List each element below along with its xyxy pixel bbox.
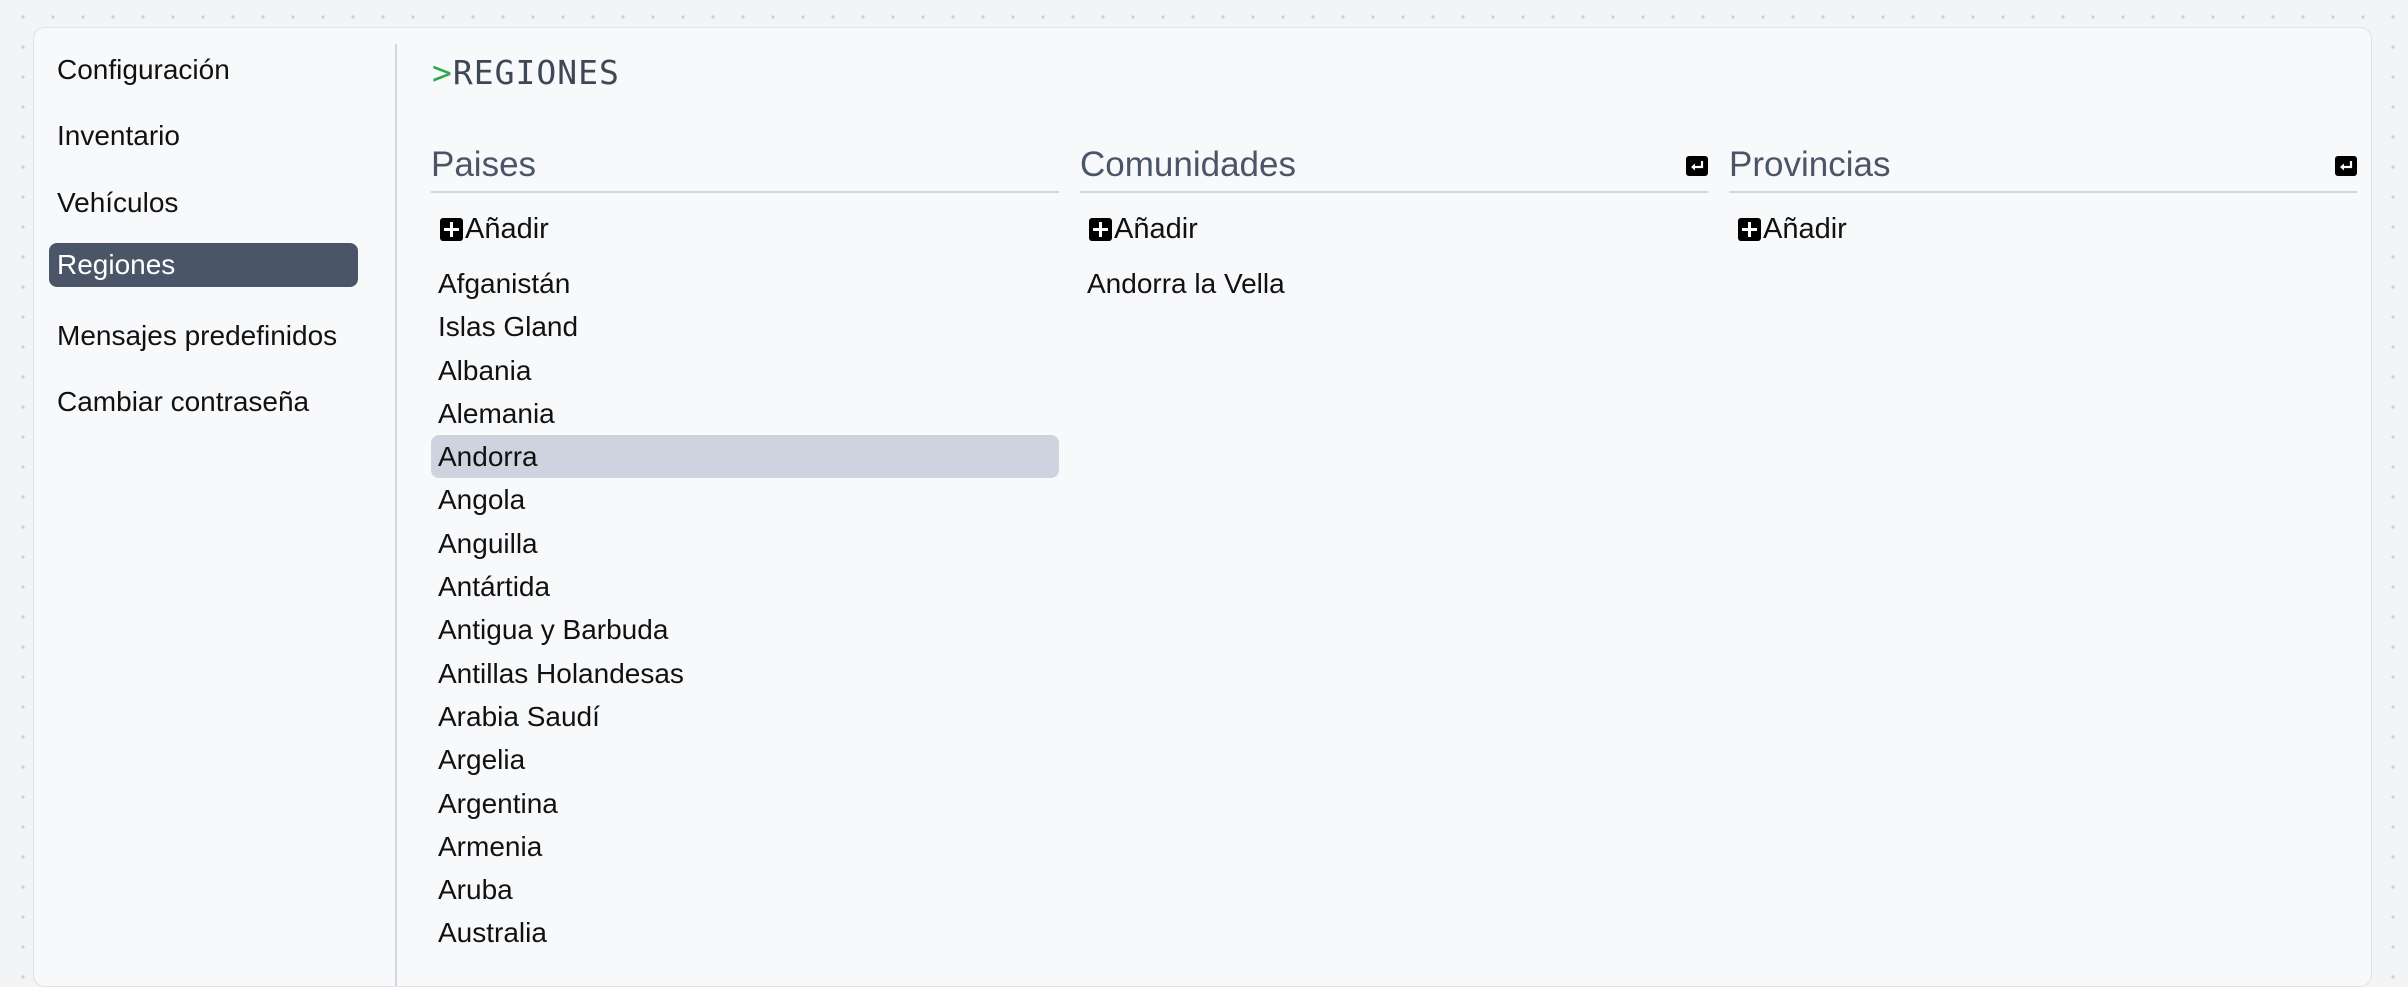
add-pais-label: Añadir [465, 213, 549, 245]
provincias-column: Provincias Añadir [1729, 140, 2357, 245]
return-arrow-icon[interactable] [2335, 156, 2357, 176]
comunidades-title: Comunidades [1080, 145, 1296, 184]
list-item[interactable]: Antillas Holandesas [431, 652, 1059, 695]
list-item[interactable]: Anguilla [431, 522, 1059, 565]
comunidades-list: Andorra la Vella [1080, 262, 1708, 305]
sidebar-item-mensajes-predefinidos[interactable]: Mensajes predefinidos [49, 314, 358, 358]
provincias-title: Provincias [1729, 145, 1891, 184]
prompt-chevron: > [432, 53, 453, 92]
sidebar: Configuración Inventario Vehículos Regio… [34, 28, 396, 986]
list-item[interactable]: Arabia Saudí [431, 695, 1059, 738]
list-item[interactable]: Alemania [431, 392, 1059, 435]
comunidades-header: Comunidades [1080, 140, 1708, 193]
list-item[interactable]: Argelia [431, 738, 1059, 781]
sidebar-item-regiones[interactable]: Regiones [49, 243, 358, 287]
list-item[interactable]: Argentina [431, 782, 1059, 825]
add-pais-button[interactable]: Añadir [440, 209, 549, 249]
paises-header: Paises [431, 140, 1059, 193]
sidebar-item-vehiculos[interactable]: Vehículos [49, 181, 358, 225]
list-item[interactable]: Antigua y Barbuda [431, 608, 1059, 651]
add-provincia-button[interactable]: Añadir [1738, 209, 1847, 249]
provincias-header: Provincias [1729, 140, 2357, 193]
comunidades-column: Comunidades Añadir Andorra la Vella [1080, 140, 1708, 299]
list-item[interactable]: Albania [431, 349, 1059, 392]
list-item[interactable]: Aruba [431, 868, 1059, 911]
list-item[interactable]: Australia [431, 911, 1059, 954]
sidebar-item-inventario[interactable]: Inventario [49, 114, 358, 158]
add-comunidad-label: Añadir [1114, 213, 1198, 245]
paises-column: Paises Añadir Afganistán Islas Gland Alban… [431, 140, 1059, 948]
list-item[interactable]: Angola [431, 478, 1059, 521]
sidebar-item-configuracion[interactable]: Configuración [49, 48, 358, 92]
page-title-text: REGIONES [452, 53, 620, 92]
plus-square-icon [440, 217, 463, 241]
page-title: >REGIONES [432, 48, 620, 98]
list-item[interactable]: Andorra la Vella [1080, 262, 1708, 305]
list-item[interactable]: Armenia [431, 825, 1059, 868]
paises-list: Afganistán Islas Gland Albania Alemania Ando… [431, 262, 1059, 955]
list-item[interactable]: Andorra [431, 435, 1059, 479]
list-item[interactable]: Afganistán [431, 262, 1059, 305]
plus-square-icon [1738, 217, 1761, 241]
app-window: Configuración Inventario Vehículos Regio… [33, 27, 2372, 987]
paises-title: Paises [431, 145, 537, 184]
return-arrow-icon[interactable] [1686, 156, 1708, 176]
plus-square-icon [1089, 217, 1112, 241]
sidebar-divider [395, 44, 397, 986]
list-item[interactable]: Islas Gland [431, 305, 1059, 348]
list-item[interactable]: Antártida [431, 565, 1059, 608]
sidebar-item-cambiar-contrasena[interactable]: Cambiar contraseña [49, 380, 358, 424]
add-provincia-label: Añadir [1763, 213, 1847, 245]
add-comunidad-button[interactable]: Añadir [1089, 209, 1198, 249]
